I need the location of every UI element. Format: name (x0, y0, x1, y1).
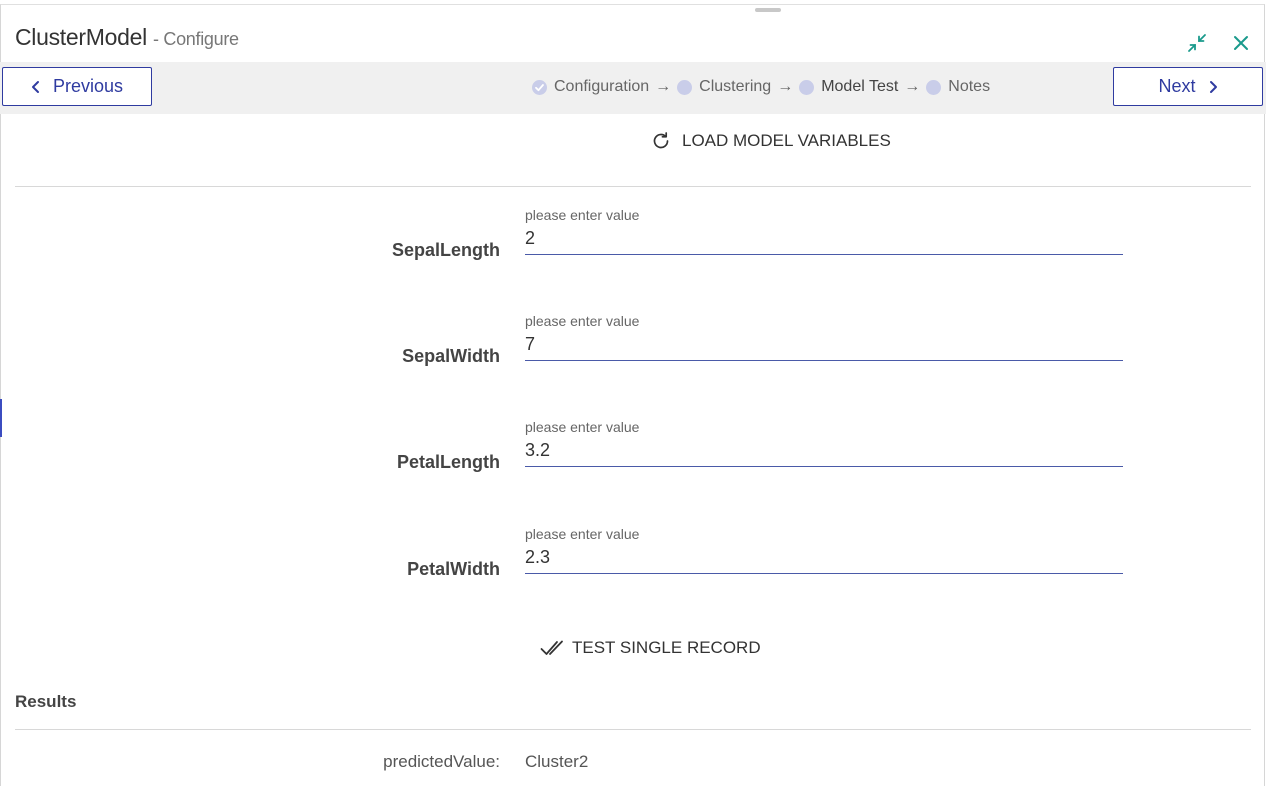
result-label: predictedValue: (383, 752, 500, 771)
field-row-petal-width: PetalWidth please enter value (0, 526, 1266, 586)
load-model-variables-label: LOAD MODEL VARIABLES (682, 131, 891, 150)
window-title-text: ClusterModel (15, 24, 147, 50)
next-button[interactable]: Next (1113, 67, 1263, 106)
step-dot-icon (926, 79, 942, 95)
step-model-test[interactable]: Model Test (799, 78, 898, 96)
sepal-width-input[interactable] (525, 329, 1123, 361)
next-label: Next (1158, 76, 1196, 96)
petal-length-input[interactable] (525, 435, 1123, 467)
field-label: SepalWidth (402, 346, 500, 366)
field-hint: please enter value (525, 419, 640, 435)
step-label: Notes (948, 78, 991, 95)
refresh-icon (653, 132, 669, 149)
divider (15, 729, 1251, 730)
double-check-icon (540, 640, 563, 655)
test-single-record-label: TEST SINGLE RECORD (572, 638, 761, 657)
step-configuration[interactable]: Configuration (532, 78, 649, 96)
result-value: Cluster2 (525, 752, 589, 771)
field-row-sepal-length: SepalLength please enter value (0, 207, 1266, 267)
window-frame (0, 4, 1265, 786)
previous-button[interactable]: Previous (2, 67, 152, 106)
chevron-left-icon (31, 80, 39, 93)
step-separator: → (655, 78, 672, 95)
step-notes[interactable]: Notes (926, 78, 990, 96)
step-clustering[interactable]: Clustering (677, 78, 771, 96)
close-button[interactable] (1228, 30, 1254, 56)
load-model-variables-button[interactable]: LOAD MODEL VARIABLES (650, 130, 891, 152)
window-controls (1184, 30, 1254, 56)
field-label: PetalLength (396, 452, 500, 472)
step-separator: → (904, 78, 921, 95)
test-single-record-button[interactable]: TEST SINGLE RECORD (540, 638, 761, 658)
field-label: SepalLength (391, 240, 500, 260)
window-title: ClusterModel - Configure (15, 24, 239, 51)
step-label: Clustering (699, 78, 772, 95)
close-icon (1234, 36, 1248, 50)
previous-label: Previous (52, 76, 124, 96)
divider (15, 186, 1251, 187)
field-row-sepal-width: SepalWidth please enter value (0, 313, 1266, 373)
step-separator: → (777, 78, 794, 95)
check-circle-icon (532, 79, 547, 95)
field-hint: please enter value (525, 313, 640, 329)
field-hint: please enter value (525, 526, 640, 542)
step-dot-icon (677, 79, 693, 95)
results-heading: Results (15, 692, 77, 711)
title-bar: ClusterModel - Configure (0, 4, 1266, 62)
window-subtitle: - Configure (153, 29, 239, 49)
petal-width-input[interactable] (525, 542, 1123, 574)
field-row-petal-length: PetalLength please enter value (0, 419, 1266, 479)
step-indicator: Configuration → Clustering → Model Test … (532, 78, 990, 96)
sepal-length-input[interactable] (525, 223, 1123, 255)
compress-arrows-icon (1188, 34, 1206, 52)
step-label: Model Test (821, 78, 899, 95)
chevron-right-icon (1209, 80, 1217, 93)
field-hint: please enter value (525, 207, 640, 223)
step-bar: Previous Configuration → Clustering → Mo… (0, 62, 1266, 114)
minimize-button[interactable] (1184, 30, 1210, 56)
step-dot-icon (799, 79, 815, 95)
field-label: PetalWidth (407, 559, 500, 579)
step-label: Configuration (554, 78, 650, 95)
